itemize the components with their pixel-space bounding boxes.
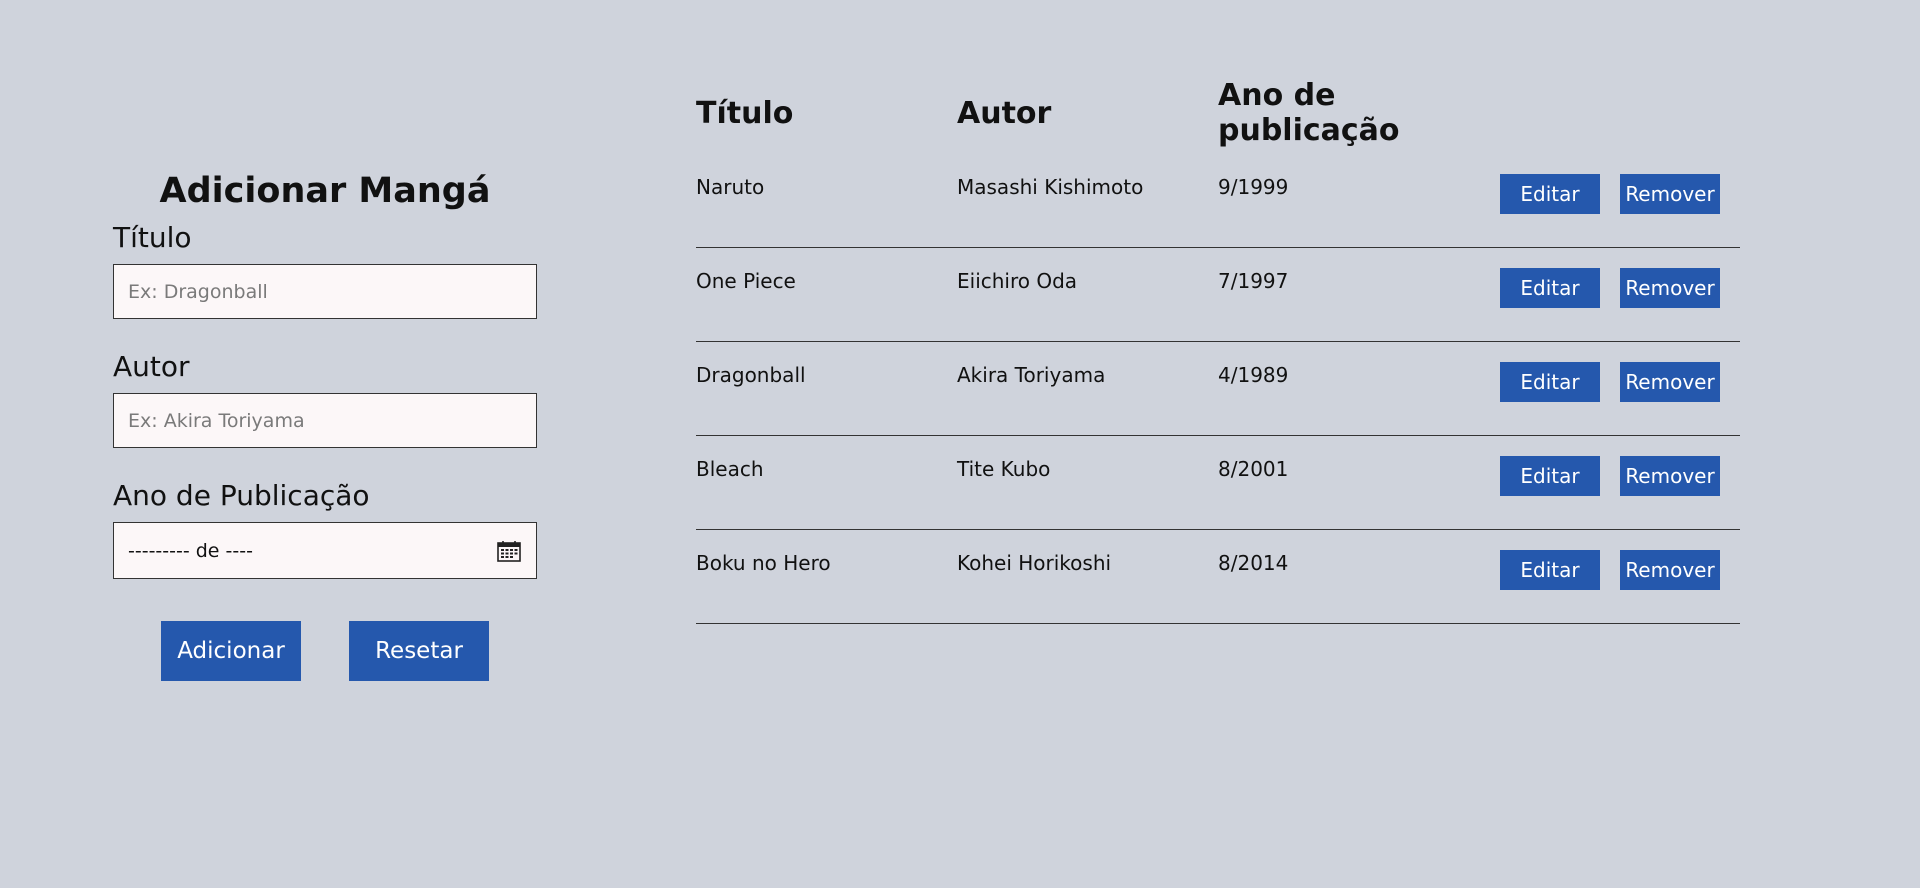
add-button[interactable]: Adicionar	[161, 621, 301, 681]
remove-button[interactable]: Remover	[1620, 456, 1720, 496]
header-year: Ano de publicação	[1218, 78, 1400, 148]
cell-title: Dragonball	[696, 363, 806, 387]
cell-year: 8/2014	[1218, 551, 1289, 575]
header-author: Autor	[957, 95, 1052, 131]
cell-year: 8/2001	[1218, 457, 1289, 481]
edit-button[interactable]: Editar	[1500, 550, 1600, 590]
table-row: Bleach Tite Kubo 8/2001 Editar Remover	[696, 437, 1740, 530]
manga-table: Título Autor Ano de publicação Naruto Ma…	[696, 78, 1740, 625]
page: Adicionar Mangá Título Autor Ano de Publ…	[0, 0, 1920, 888]
table-row: One Piece Eiichiro Oda 7/1997 Editar Rem…	[696, 249, 1740, 342]
row-actions: Editar Remover	[1500, 174, 1720, 214]
header-title: Título	[696, 95, 794, 131]
remove-button[interactable]: Remover	[1620, 550, 1720, 590]
row-actions: Editar Remover	[1500, 362, 1720, 402]
cell-year: 7/1997	[1218, 269, 1289, 293]
cell-author: Kohei Horikoshi	[957, 551, 1112, 575]
remove-button[interactable]: Remover	[1620, 362, 1720, 402]
cell-author: Tite Kubo	[957, 457, 1051, 481]
cell-author: Masashi Kishimoto	[957, 175, 1144, 199]
cell-title: One Piece	[696, 269, 796, 293]
cell-year: 4/1989	[1218, 363, 1289, 387]
cell-title: Boku no Hero	[696, 551, 831, 575]
remove-button[interactable]: Remover	[1620, 268, 1720, 308]
cell-year: 9/1999	[1218, 175, 1289, 199]
row-actions: Editar Remover	[1500, 268, 1720, 308]
cell-author: Eiichiro Oda	[957, 269, 1078, 293]
remove-button[interactable]: Remover	[1620, 174, 1720, 214]
edit-button[interactable]: Editar	[1500, 456, 1600, 496]
table-row: Naruto Masashi Kishimoto 9/1999 Editar R…	[696, 155, 1740, 248]
form-buttons: Adicionar Resetar	[113, 621, 537, 681]
table-row: Boku no Hero Kohei Horikoshi 8/2014 Edit…	[696, 531, 1740, 624]
title-label: Título	[113, 221, 192, 254]
row-actions: Editar Remover	[1500, 550, 1720, 590]
cell-author: Akira Toriyama	[957, 363, 1106, 387]
table-header: Título Autor Ano de publicação	[696, 78, 1740, 148]
publication-month-input[interactable]: --------- de ----	[113, 522, 537, 579]
calendar-icon[interactable]	[496, 539, 522, 563]
form-title: Adicionar Mangá	[159, 171, 491, 211]
edit-button[interactable]: Editar	[1500, 174, 1600, 214]
author-input[interactable]	[113, 393, 537, 448]
year-label: Ano de Publicação	[113, 479, 370, 512]
table-row: Dragonball Akira Toriyama 4/1989 Editar …	[696, 343, 1740, 436]
author-label: Autor	[113, 350, 190, 383]
cell-title: Naruto	[696, 175, 765, 199]
add-manga-form: Adicionar Mangá Título Autor Ano de Publ…	[113, 166, 537, 681]
reset-button[interactable]: Resetar	[349, 621, 489, 681]
title-input[interactable]	[113, 264, 537, 319]
cell-title: Bleach	[696, 457, 764, 481]
row-actions: Editar Remover	[1500, 456, 1720, 496]
edit-button[interactable]: Editar	[1500, 362, 1600, 402]
edit-button[interactable]: Editar	[1500, 268, 1600, 308]
table-body: Naruto Masashi Kishimoto 9/1999 Editar R…	[696, 155, 1740, 624]
publication-month-value: --------- de ----	[128, 539, 253, 562]
